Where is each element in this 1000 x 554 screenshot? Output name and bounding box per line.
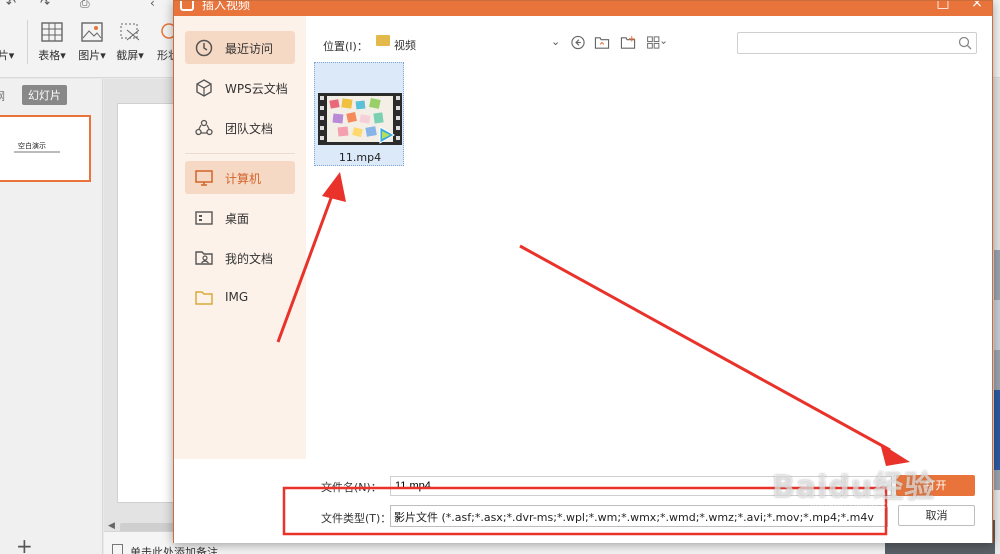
cancel-button[interactable]: 取消 (898, 505, 975, 526)
sidebar-item-computer[interactable]: 计算机 (185, 161, 295, 194)
slide-thumbnail[interactable]: 空白演示 (0, 115, 91, 182)
back-icon[interactable] (570, 35, 586, 50)
sidebar-item-label: 团队文档 (225, 122, 274, 136)
location-label: 位置(I)： (323, 40, 368, 53)
add-slide-button[interactable]: + (16, 534, 33, 554)
notes-hint: 单击此处添加备注 (130, 546, 218, 554)
maximize-button[interactable]: □ (934, 1, 952, 11)
table-icon (41, 22, 63, 42)
cube-icon (196, 79, 212, 97)
sidebar-item-label: IMG (225, 290, 249, 304)
desktop-icon (195, 211, 213, 225)
app-logo-icon (180, 1, 194, 11)
slide-thumbnail-subtitle-line (14, 151, 60, 153)
sidebar-item-img[interactable]: IMG (185, 281, 295, 314)
monitor-icon (195, 170, 213, 186)
sidebar-item-team-docs[interactable]: 团队文档 (185, 111, 295, 144)
sidebar-divider (185, 153, 295, 154)
ribbon-label: 表格▾ (38, 49, 66, 62)
chevron-down-icon[interactable]: ⌄ (551, 35, 560, 48)
slides-pane: 纲 幻灯片 空白演示 + (0, 79, 103, 554)
search-box (737, 32, 977, 54)
undo-icon[interactable]: ↶ (6, 0, 16, 10)
pane-tabs: 纲 幻灯片 (0, 85, 103, 107)
search-input[interactable] (742, 35, 952, 51)
ribbon-picture-button[interactable]: 图片▾ (72, 22, 112, 66)
watermark-url: jingyan.baidu.com (810, 500, 903, 511)
quick-access-bar: ↶ ↷ ⎙ ‹ (0, 0, 170, 14)
search-icon[interactable] (958, 36, 972, 50)
print-icon[interactable]: ⎙ (80, 0, 90, 11)
sidebar-item-wps-cloud[interactable]: WPS云文档 (185, 71, 295, 104)
location-value[interactable]: 视频 (394, 37, 416, 53)
sidebar-item-label: WPS云文档 (225, 82, 288, 96)
tab-outline[interactable]: 纲 (0, 88, 5, 104)
sidebar-item-label: 计算机 (225, 172, 262, 186)
file-list: 11.mp4 (306, 60, 992, 459)
side-thumbnails-strip (994, 250, 1000, 554)
places-sidebar: 最近访问 WPS云文档 团队文档 计算机 桌面 我的文档 IMG (174, 16, 306, 459)
video-file-icon (318, 93, 402, 145)
ribbon-divider (27, 20, 28, 64)
ribbon-label: 图片▾ (78, 49, 106, 62)
file-name: 11.mp4 (338, 151, 382, 164)
folder-icon (195, 291, 213, 305)
dialog-titlebar[interactable]: 插入视频 □ × (174, 1, 992, 16)
notes-icon (112, 544, 123, 554)
ribbon-screenshot-button[interactable]: 截屏▾ (110, 22, 150, 66)
folder-icon (376, 35, 390, 46)
file-item[interactable]: 11.mp4 (314, 62, 404, 166)
filetype-label: 文件类型(T)： (321, 512, 392, 525)
ribbon-table-button[interactable]: 表格▾ (32, 22, 72, 66)
picture-icon (81, 22, 103, 42)
up-folder-icon[interactable] (594, 35, 610, 50)
clock-icon (195, 39, 213, 57)
filename-label: 文件名(N)： (321, 481, 382, 494)
new-folder-icon[interactable] (620, 35, 636, 50)
sidebar-item-label: 最近访问 (225, 42, 274, 56)
sidebar-item-label: 桌面 (225, 212, 250, 226)
redo-icon[interactable]: ↷ (40, 0, 50, 10)
my-docs-icon (195, 251, 213, 265)
ribbon-slide-button[interactable]: 片▾ (0, 22, 26, 66)
scroll-left-icon[interactable]: ◀ (108, 521, 115, 531)
strip-block (994, 390, 1000, 470)
sidebar-item-recent[interactable]: 最近访问 (185, 31, 295, 64)
ribbon-label: 截屏▾ (116, 49, 144, 62)
slide-thumbnail-title: 空白演示 (18, 142, 46, 150)
dialog-title: 插入视频 (202, 1, 251, 12)
scissors-icon (120, 23, 140, 41)
chevron-down-icon: ⌄ (394, 509, 404, 522)
close-button[interactable]: × (968, 1, 986, 11)
slide-icon (0, 22, 17, 42)
sidebar-item-my-documents[interactable]: 我的文档 (185, 241, 295, 274)
view-mode-icon[interactable] (646, 35, 668, 50)
slide-canvas[interactable] (117, 103, 181, 503)
tab-slides[interactable]: 幻灯片 (22, 85, 67, 105)
strip-block (994, 300, 1000, 350)
team-icon (195, 119, 213, 136)
sidebar-item-desktop[interactable]: 桌面 (185, 201, 295, 234)
location-toolbar: 位置(I)： 视频 ⌄ (306, 16, 992, 60)
sidebar-item-label: 我的文档 (225, 252, 274, 266)
chevron-left-icon[interactable]: ‹ (150, 0, 155, 10)
ribbon-label: 片▾ (0, 49, 15, 62)
